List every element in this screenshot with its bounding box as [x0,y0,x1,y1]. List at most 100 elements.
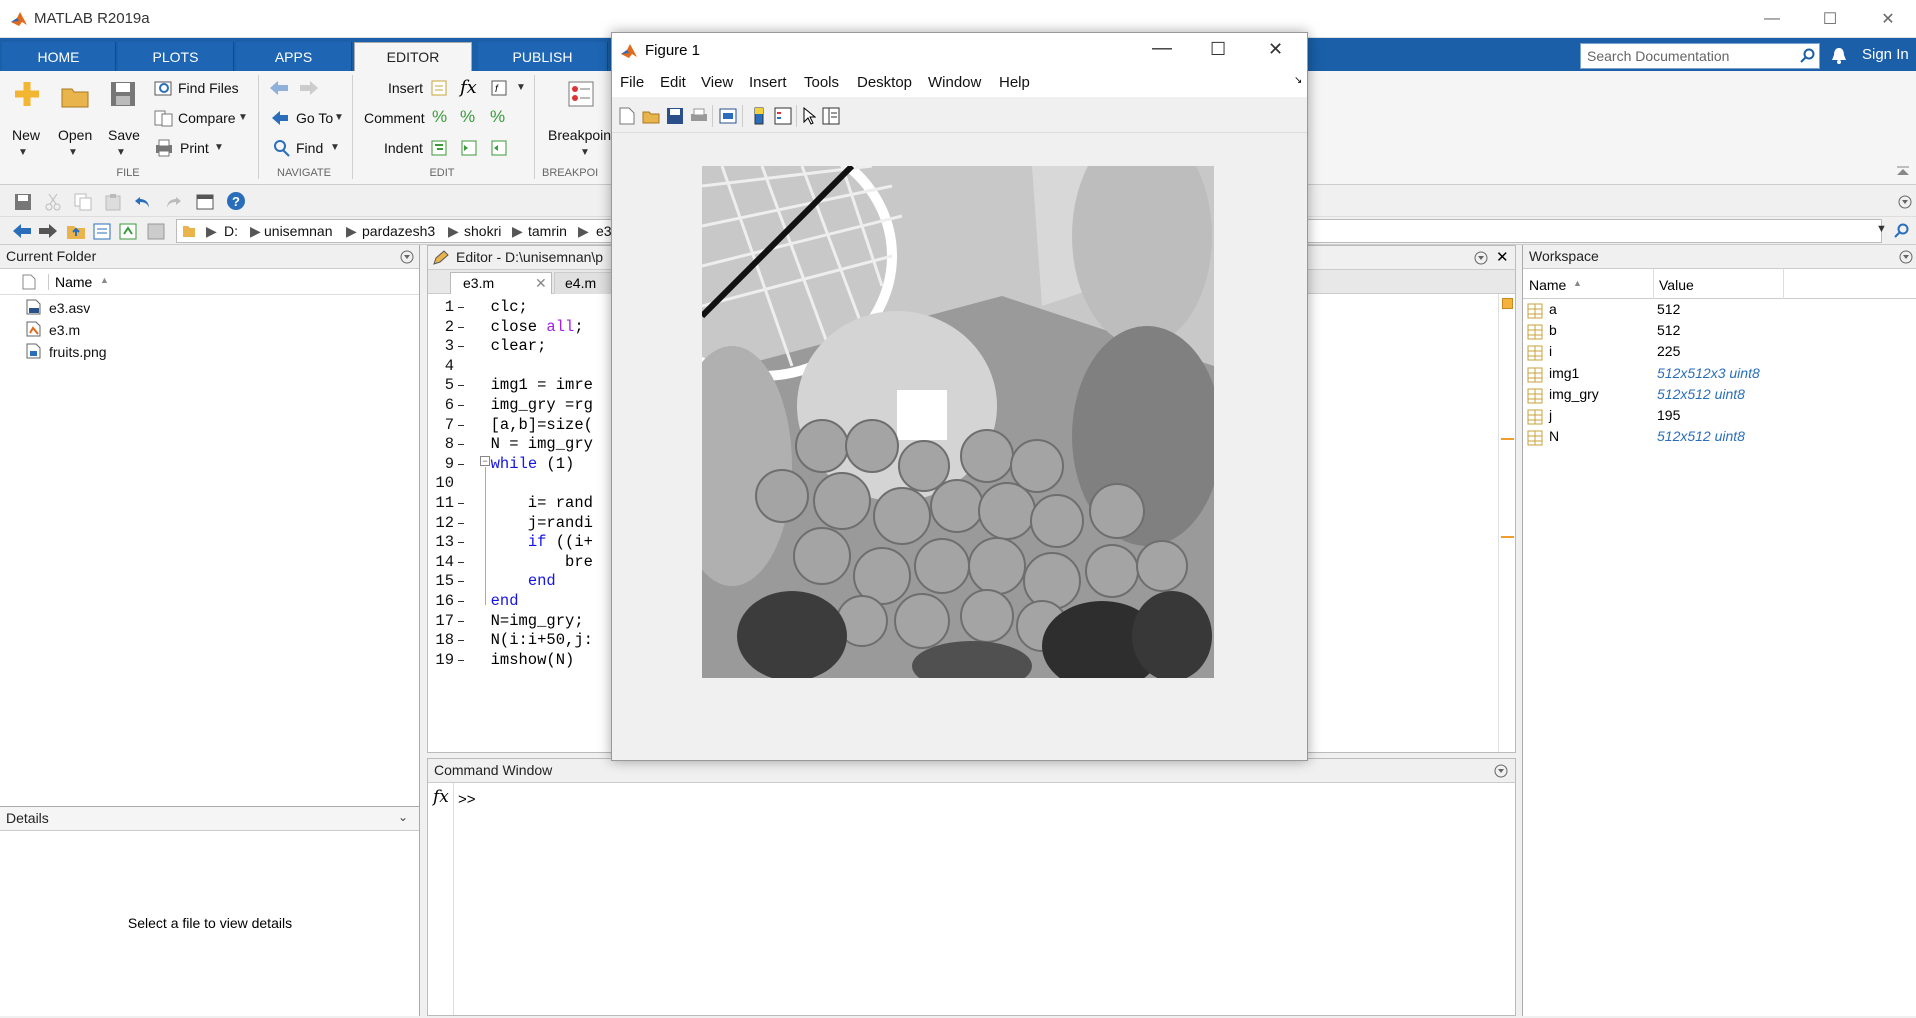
workspace-name-column[interactable]: Name [1529,277,1566,293]
figure-close-button[interactable]: ✕ [1268,39,1283,60]
code-line[interactable]: clc; [472,298,528,316]
file-e3-asv[interactable]: e3.asv [49,300,90,316]
breakpoint-dash[interactable] [458,620,464,622]
menu-view[interactable]: View [701,74,733,91]
cut-icon[interactable] [44,193,62,211]
breakpoint-dash[interactable] [458,385,464,387]
paste-icon[interactable] [104,193,122,211]
code-line[interactable]: j=randi [472,514,593,532]
breakpoint-dash[interactable] [458,561,464,563]
back-arrow-icon[interactable] [268,79,290,97]
code-line[interactable]: img_gry =rg [472,396,593,414]
compare-button[interactable]: Compare [178,110,236,126]
maximize-button[interactable]: ☐ [1808,4,1852,34]
insert-section-icon[interactable] [430,79,450,97]
menu-window[interactable]: Window [928,74,981,91]
edit-plot-cursor-icon[interactable] [802,107,816,125]
breakpoint-dash[interactable] [458,503,464,504]
breakpoint-dash[interactable] [458,444,464,446]
find-button[interactable]: Find [296,140,323,156]
menu-insert[interactable]: Insert [749,74,787,91]
code-analyzer-bar[interactable] [1498,294,1515,752]
breakpoint-dash[interactable] [458,405,464,406]
workspace-menu-icon[interactable] [1899,250,1913,264]
code-line[interactable]: [a,b]=size( [472,416,593,434]
dock-figure-icon[interactable]: ↘ [1294,75,1302,86]
breakpoint-dash[interactable] [458,326,464,328]
forward-arrow-icon[interactable] [298,79,320,97]
tab-home[interactable]: HOME [2,42,116,71]
browse-folder-icon[interactable] [92,222,112,240]
uncomment-icon[interactable]: % [460,107,475,127]
workspace-var-value[interactable]: 512x512 uint8 [1657,428,1745,444]
breadcrumb-shokri[interactable]: shokri [464,223,501,239]
code-line[interactable]: i= rand [472,494,593,512]
menu-file[interactable]: File [620,74,644,91]
switch-windows-icon[interactable] [196,193,214,211]
warning-marker[interactable] [1501,536,1514,538]
path-dropdown-icon[interactable]: ▼ [1876,223,1887,235]
workspace-var-name[interactable]: N [1549,428,1559,444]
code-line[interactable]: N = img_gry [472,435,593,453]
editor-tab-e3[interactable]: e3.m ✕ [450,272,552,294]
open-button[interactable]: Open [58,127,92,143]
details-expand-icon[interactable]: ⌄ [398,810,408,824]
go-to-button[interactable]: Go To [296,110,333,126]
figure-maximize-button[interactable]: ☐ [1210,39,1226,60]
search-icon[interactable] [1800,48,1816,64]
editor-close-icon[interactable]: ✕ [1496,248,1509,266]
open-file-icon[interactable] [642,107,660,125]
fx-icon[interactable]: fx [433,787,449,807]
breadcrumb-unisemnan[interactable]: unisemnan [264,223,333,239]
redo-icon[interactable] [164,193,182,211]
name-column-header[interactable]: Name [48,274,92,290]
menu-edit[interactable]: Edit [660,74,686,91]
file-list-header[interactable]: Name ▲ [0,269,419,295]
panel-menu-icon[interactable] [400,250,414,264]
insert-colorbar-icon[interactable] [752,107,766,125]
search-folder-icon[interactable] [1894,223,1910,239]
tab-editor[interactable]: EDITOR [354,42,472,71]
save-figure-icon[interactable] [666,107,684,125]
property-inspector-icon[interactable] [822,107,840,125]
workspace-var-value[interactable]: 512 [1657,322,1680,338]
fx-icon[interactable]: fx [460,77,477,98]
workspace-var-value[interactable]: 225 [1657,343,1680,359]
search-input[interactable]: Search Documentation [1580,43,1820,69]
workspace-var-name[interactable]: img1 [1549,365,1579,381]
breadcrumb-drive[interactable]: D: [224,223,238,239]
file-fruits-png[interactable]: fruits.png [49,344,107,360]
warning-indicator-icon[interactable] [1502,298,1513,309]
new-figure-icon[interactable] [618,107,636,125]
copy-icon[interactable] [74,193,92,211]
decrease-indent-icon[interactable] [490,139,510,157]
quick-access-menu-icon[interactable] [1898,195,1912,209]
workspace-value-column[interactable]: Value [1659,277,1694,293]
workspace-var-name[interactable]: img_gry [1549,386,1599,402]
breakpoint-dash[interactable] [458,522,464,524]
code-line[interactable]: clear; [472,337,547,355]
breakpoint-dash[interactable] [458,640,464,642]
breadcrumb-tamrin[interactable]: tamrin [528,223,567,239]
workspace-var-value[interactable]: 512x512x3 uint8 [1657,365,1760,381]
collapse-ribbon-icon[interactable] [1896,165,1910,177]
breakpoint-dash[interactable] [458,424,464,426]
breakpoint-dash[interactable] [458,307,464,308]
tab-publish[interactable]: PUBLISH [478,42,608,71]
breadcrumb-e3[interactable]: e3 [596,223,612,239]
workspace-var-name[interactable]: b [1549,322,1557,338]
breakpoint-dash[interactable] [458,581,464,583]
close-button[interactable]: ✕ [1866,4,1910,34]
indent-button[interactable]: Indent [384,140,423,156]
workspace-var-value[interactable]: 512x512 uint8 [1657,386,1745,402]
notification-bell-icon[interactable] [1830,46,1848,66]
sign-in-link[interactable]: Sign In [1862,46,1909,63]
workspace-var-value[interactable]: 195 [1657,407,1680,423]
breakpoint-dash[interactable] [458,463,464,465]
print-button[interactable]: Print [180,140,209,156]
code-line[interactable]: if ((i+ [472,533,593,551]
increase-indent-icon[interactable] [460,139,480,157]
tab-plots[interactable]: PLOTS [118,42,234,71]
menu-tools[interactable]: Tools [804,74,839,91]
tab-close-icon[interactable]: ✕ [535,275,547,292]
